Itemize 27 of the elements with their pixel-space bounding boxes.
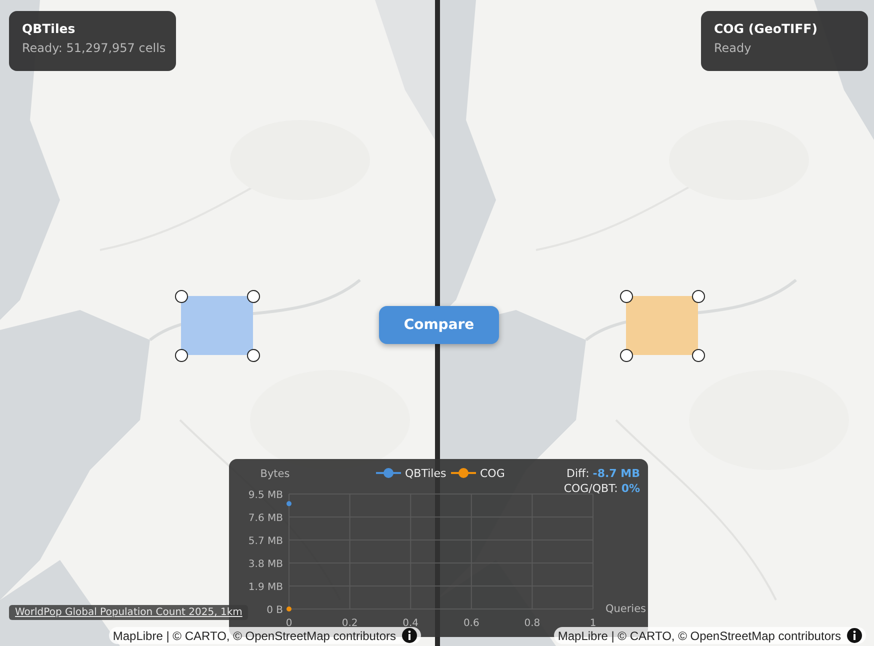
layer-title: COG (GeoTIFF) <box>714 21 818 36</box>
x-tick-label: 0 <box>286 618 292 629</box>
layer-title: QBTiles <box>22 21 76 36</box>
y-tick-label: 3.8 MB <box>248 559 283 570</box>
legend-label[interactable]: COG <box>480 467 505 480</box>
diff-reading: Diff: -8.7 MB <box>566 467 640 480</box>
x-tick-label: 0.8 <box>524 618 540 629</box>
x-tick-label: 0.2 <box>342 618 358 629</box>
y-tick-label: 5.7 MB <box>248 536 283 547</box>
attribution-text: MapLibre | © CARTO, © OpenStreetMap contributors <box>558 628 841 642</box>
ratio-reading: COG/QBT: 0% <box>564 482 640 495</box>
status-text: Ready <box>714 41 752 55</box>
attribution-text: MapLibre | © CARTO, © OpenStreetMap contributors <box>112 628 396 642</box>
source-link[interactable]: WorldPop Global Population Count 2025, 1km <box>9 605 248 620</box>
y-tick-label: 0 B <box>266 605 283 616</box>
status-text: Ready: 51,297,957 cells <box>22 41 163 55</box>
x-tick-label: 0.4 <box>402 618 419 629</box>
info-icon[interactable] <box>402 628 417 643</box>
y-tick-label: 7.6 MB <box>248 513 283 524</box>
axis-title: Queries <box>605 603 646 615</box>
x-tick-label: 0.6 <box>463 618 480 629</box>
axis-title: Bytes <box>260 468 290 480</box>
legend-label[interactable]: QBTiles <box>405 467 446 480</box>
y-tick-label: 9.5 MB <box>248 490 283 501</box>
x-tick-label: 1 <box>590 618 596 629</box>
y-tick-label: 1.9 MB <box>248 582 283 593</box>
info-icon[interactable] <box>847 628 862 643</box>
